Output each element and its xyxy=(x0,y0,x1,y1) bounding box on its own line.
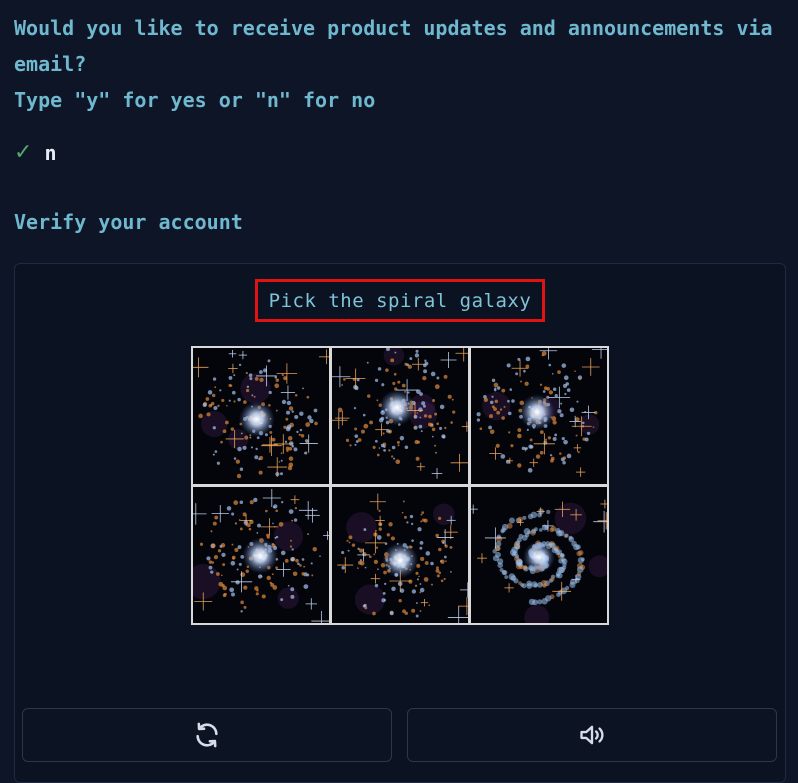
answer-value: n xyxy=(44,140,57,165)
galaxy-image xyxy=(193,348,329,484)
galaxy-image xyxy=(332,487,468,623)
captcha-tile-2[interactable] xyxy=(332,348,468,484)
captcha-tile-4[interactable] xyxy=(193,487,329,623)
answer-row: ✓ n xyxy=(14,140,56,165)
verify-heading: Verify your account xyxy=(14,210,243,234)
captcha-image-grid xyxy=(191,346,609,625)
audio-button[interactable] xyxy=(407,708,777,762)
prompt-line-1: Would you like to receive product update… xyxy=(14,16,773,40)
captcha-instruction: Pick the spiral galaxy xyxy=(255,279,545,322)
refresh-button[interactable] xyxy=(22,708,392,762)
checkmark-icon: ✓ xyxy=(14,140,33,165)
galaxy-image xyxy=(193,487,329,623)
refresh-icon xyxy=(196,722,218,748)
captcha-tile-5[interactable] xyxy=(332,487,468,623)
captcha-panel: Pick the spiral galaxy xyxy=(14,263,786,783)
spiral-galaxy-image xyxy=(471,487,607,623)
speaker-icon xyxy=(580,725,604,745)
captcha-tile-6[interactable] xyxy=(471,487,607,623)
galaxy-image xyxy=(332,348,468,484)
prompt-instructions: Type "y" for yes or "n" for no xyxy=(14,88,376,112)
prompt-line-2: email? xyxy=(14,52,87,76)
captcha-tile-1[interactable] xyxy=(193,348,329,484)
captcha-tile-3[interactable] xyxy=(471,348,607,484)
galaxy-image xyxy=(471,348,607,484)
